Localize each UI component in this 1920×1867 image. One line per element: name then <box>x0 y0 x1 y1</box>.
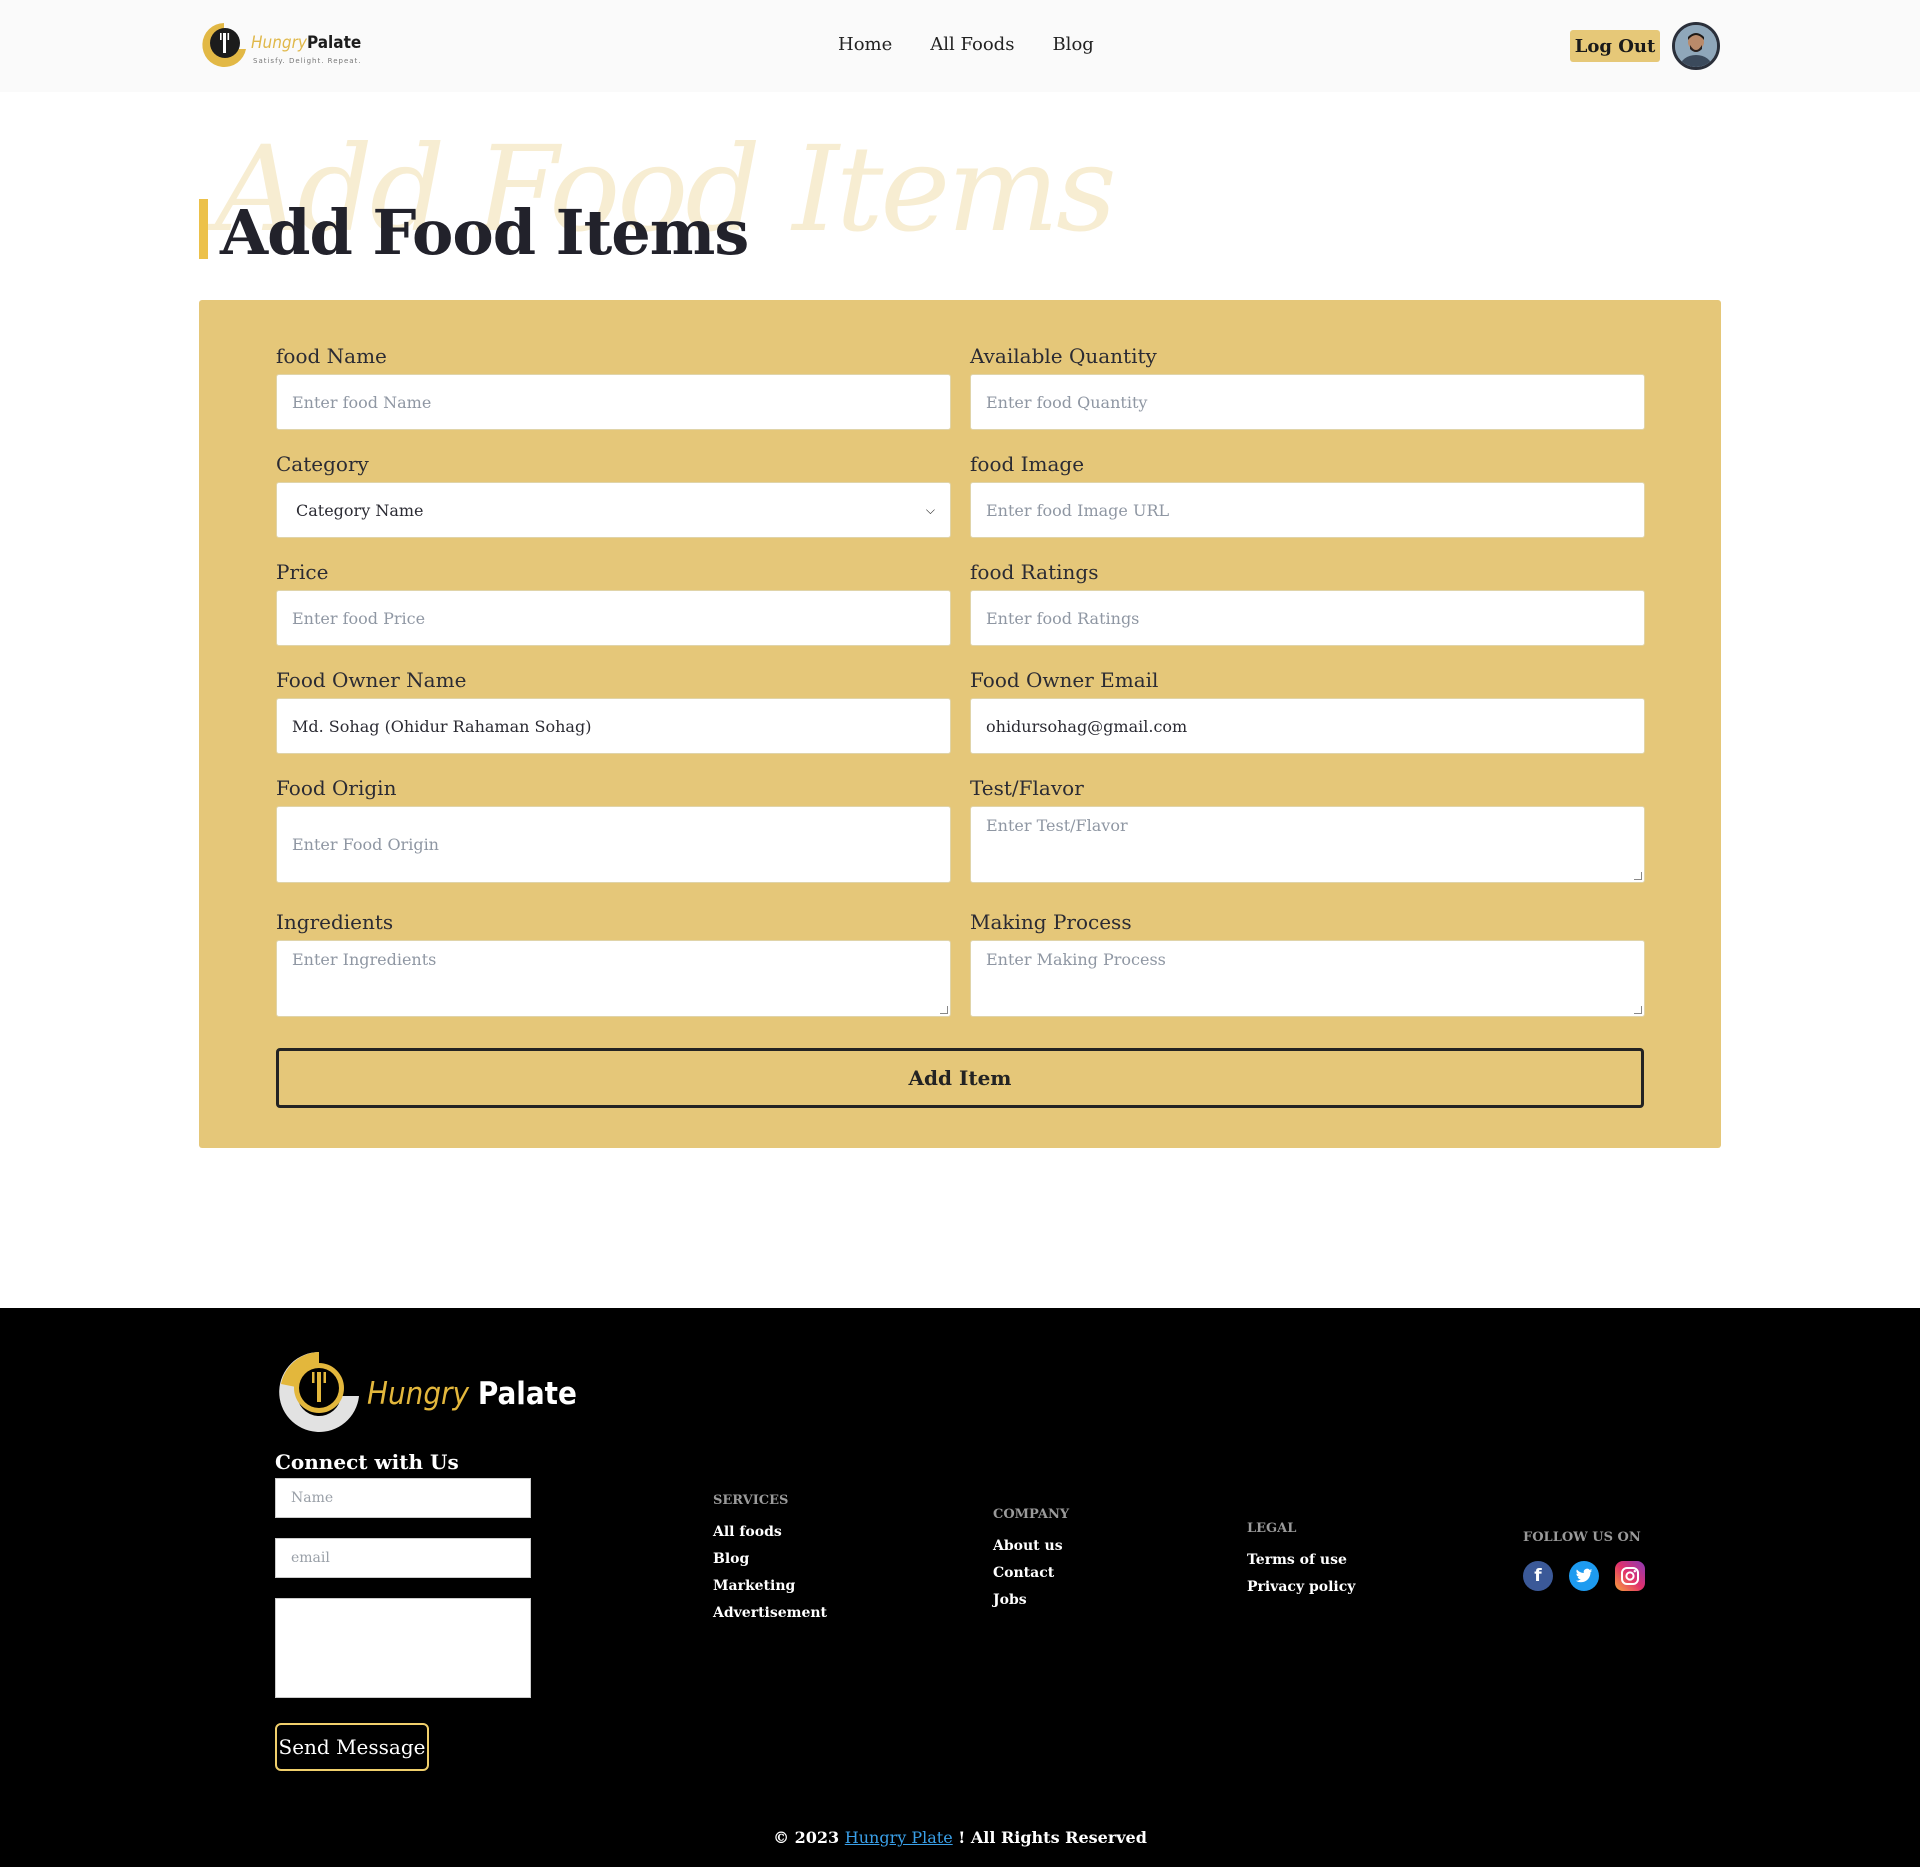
main-nav: Home All Foods Blog <box>838 34 1094 55</box>
resize-handle-icon[interactable] <box>940 1006 948 1014</box>
taste-flavor-textarea[interactable]: Enter Test/Flavor <box>970 806 1645 883</box>
category-select[interactable]: Category Name ⌵ <box>276 482 951 538</box>
category-field: Category Category Name ⌵ <box>276 452 951 538</box>
user-avatar-image <box>1675 25 1717 67</box>
footer-link-all-foods[interactable]: All foods <box>713 1524 827 1540</box>
available-quantity-input[interactable]: Enter food Quantity <box>970 374 1645 430</box>
making-process-placeholder: Enter Making Process <box>986 950 1166 969</box>
price-field: Price Enter food Price <box>276 560 951 646</box>
navbar: HungryPalate Satisfy. Delight. Repeat. H… <box>0 0 1920 92</box>
owner-name-label: Food Owner Name <box>276 668 467 692</box>
ingredients-textarea[interactable]: Enter Ingredients <box>276 940 951 1017</box>
logo-tagline: Satisfy. Delight. Repeat. <box>253 57 362 65</box>
food-origin-label: Food Origin <box>276 776 397 800</box>
taste-flavor-field: Test/Flavor Enter Test/Flavor <box>970 776 1645 883</box>
resize-handle-icon[interactable] <box>1634 872 1642 880</box>
food-origin-field: Food Origin Enter Food Origin <box>276 776 951 883</box>
add-item-button[interactable]: Add Item <box>276 1048 1644 1108</box>
footer-logo-mark-icon <box>279 1352 359 1432</box>
ingredients-placeholder: Enter Ingredients <box>292 950 437 969</box>
food-ratings-input[interactable]: Enter food Ratings <box>970 590 1645 646</box>
taste-flavor-placeholder: Enter Test/Flavor <box>986 816 1128 835</box>
chevron-down-icon: ⌵ <box>925 502 935 517</box>
price-input[interactable]: Enter food Price <box>276 590 951 646</box>
footer-logo[interactable]: Hungry Palate <box>275 1348 577 1438</box>
twitter-icon[interactable] <box>1569 1561 1599 1591</box>
footer-legal: LEGAL Terms of use Privacy policy <box>1247 1521 1355 1606</box>
owner-name-field: Food Owner Name Md. Sohag (Ohidur Rahama… <box>276 668 951 754</box>
making-process-textarea[interactable]: Enter Making Process <box>970 940 1645 1017</box>
twitter-bird-glyph <box>1575 1568 1593 1583</box>
site-logo[interactable]: HungryPalate Satisfy. Delight. Repeat. <box>199 19 361 73</box>
category-select-value: Category Name <box>296 500 424 520</box>
logo-mark-icon <box>202 23 246 67</box>
services-heading: SERVICES <box>713 1493 789 1508</box>
food-image-field: food Image Enter food Image URL <box>970 452 1645 538</box>
logout-button[interactable]: Log Out <box>1570 30 1660 62</box>
footer-services: SERVICES All foods Blog Marketing Advert… <box>713 1493 827 1632</box>
nav-link-blog[interactable]: Blog <box>1052 34 1093 55</box>
connect-title: Connect with Us <box>275 1450 459 1474</box>
food-image-label: food Image <box>970 452 1085 476</box>
send-message-button[interactable]: Send Message <box>275 1723 429 1771</box>
resize-handle-icon[interactable] <box>1634 1006 1642 1014</box>
owner-name-input[interactable]: Md. Sohag (Ohidur Rahaman Sohag) <box>276 698 951 754</box>
copyright-text: © 2023 Hungry Plate ! All Rights Reserve… <box>773 1828 1147 1847</box>
food-ratings-field: food Ratings Enter food Ratings <box>970 560 1645 646</box>
owner-email-field: Food Owner Email ohidursohag@gmail.com <box>970 668 1645 754</box>
food-ratings-label: food Ratings <box>970 560 1099 584</box>
food-name-input[interactable]: Enter food Name <box>276 374 951 430</box>
footer-message-textarea[interactable] <box>275 1598 531 1698</box>
footer-link-privacy[interactable]: Privacy policy <box>1247 1579 1355 1595</box>
footer-link-jobs[interactable]: Jobs <box>993 1592 1069 1608</box>
follow-heading: FOLLOW US ON <box>1523 1530 1641 1545</box>
food-name-label: food Name <box>276 344 387 368</box>
taste-flavor-label: Test/Flavor <box>970 776 1084 800</box>
food-name-field: food Name Enter food Name <box>276 344 951 430</box>
making-process-field: Making Process Enter Making Process <box>970 910 1645 1017</box>
category-label: Category <box>276 452 369 476</box>
price-label: Price <box>276 560 329 584</box>
footer-link-contact[interactable]: Contact <box>993 1565 1069 1581</box>
ingredients-label: Ingredients <box>276 910 394 934</box>
nav-link-home[interactable]: Home <box>838 34 892 55</box>
ingredients-field: Ingredients Enter Ingredients <box>276 910 951 1017</box>
food-image-input[interactable]: Enter food Image URL <box>970 482 1645 538</box>
footer-link-about-us[interactable]: About us <box>993 1538 1069 1554</box>
footer-link-advertisement[interactable]: Advertisement <box>713 1605 827 1621</box>
footer-link-marketing[interactable]: Marketing <box>713 1578 827 1594</box>
title-accent-bar <box>199 199 208 259</box>
owner-email-label: Food Owner Email <box>970 668 1159 692</box>
footer-email-input[interactable]: email <box>275 1538 531 1578</box>
user-avatar[interactable] <box>1672 22 1720 70</box>
instagram-icon[interactable] <box>1615 1561 1645 1591</box>
site-footer: Hungry Palate Connect with Us Name email… <box>0 1308 1920 1867</box>
available-quantity-field: Available Quantity Enter food Quantity <box>970 344 1645 430</box>
available-quantity-label: Available Quantity <box>970 344 1157 368</box>
page-title: Add Food Items <box>220 196 749 269</box>
owner-email-input[interactable]: ohidursohag@gmail.com <box>970 698 1645 754</box>
food-origin-input[interactable]: Enter Food Origin <box>276 806 951 883</box>
footer-link-terms[interactable]: Terms of use <box>1247 1552 1355 1568</box>
legal-heading: LEGAL <box>1247 1521 1297 1536</box>
nav-link-all-foods[interactable]: All Foods <box>930 34 1014 55</box>
footer-company: COMPANY About us Contact Jobs <box>993 1507 1069 1619</box>
footer-follow: FOLLOW US ON f <box>1523 1530 1645 1591</box>
company-heading: COMPANY <box>993 1507 1070 1522</box>
footer-link-blog[interactable]: Blog <box>713 1551 827 1567</box>
footer-logo-text: Hungry Palate <box>367 1376 577 1412</box>
instagram-camera-glyph <box>1621 1567 1639 1585</box>
social-icons: f <box>1523 1561 1645 1591</box>
copyright-link[interactable]: Hungry Plate <box>845 1828 953 1847</box>
footer-name-input[interactable]: Name <box>275 1478 531 1518</box>
making-process-label: Making Process <box>970 910 1132 934</box>
logo-text: HungryPalate <box>251 33 362 53</box>
facebook-icon[interactable]: f <box>1523 1561 1553 1591</box>
